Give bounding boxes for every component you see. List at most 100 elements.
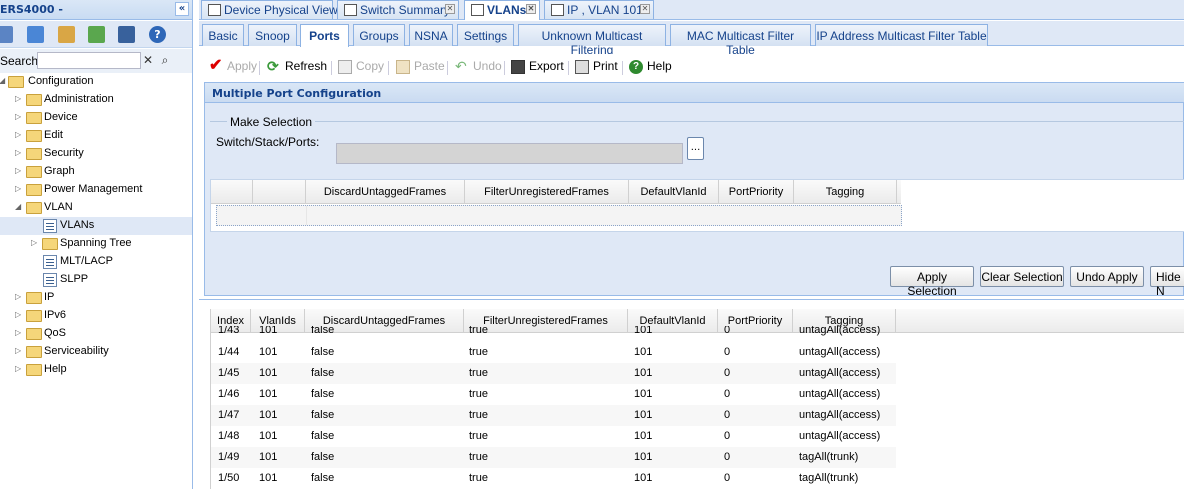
expand-arrow-icon[interactable]: ▷ <box>15 328 25 337</box>
search-icon[interactable]: ⌕ <box>157 52 173 69</box>
undo-button[interactable]: ↶ Undo <box>455 59 502 77</box>
tab-unknown-multicast-filtering[interactable]: Unknown Multicast Filtering <box>518 24 666 57</box>
selection-row[interactable] <box>216 205 902 226</box>
tree-node-help[interactable]: ▷ Help <box>0 361 192 379</box>
close-tab-icon[interactable]: ✕ <box>640 4 650 14</box>
undo-icon: ↶ <box>455 58 467 74</box>
cell-vlanids: 101 <box>259 326 278 336</box>
table-row[interactable]: 1/45 101 false true 101 0 untagAll(acces… <box>211 363 896 384</box>
table-row[interactable]: 1/48 101 false true 101 0 untagAll(acces… <box>211 426 896 447</box>
search-input[interactable] <box>37 52 141 69</box>
column-header[interactable]: Tagging <box>794 180 897 203</box>
paste-button[interactable]: Paste <box>396 59 445 77</box>
tree-node-qos[interactable]: ▷ QoS <box>0 325 192 343</box>
tab-ip-vlan-101[interactable]: IP , VLAN 101 ✕ <box>544 0 654 19</box>
device-view-icon[interactable] <box>0 26 13 43</box>
collapse-sidebar-icon[interactable]: « <box>175 2 189 16</box>
expand-arrow-icon[interactable]: ▷ <box>15 346 25 355</box>
column-header[interactable]: DefaultVlanId <box>629 180 719 203</box>
cell-default-vlan: 101 <box>634 430 653 442</box>
tree-node-security[interactable]: ▷ Security <box>0 145 192 163</box>
separator <box>331 61 332 75</box>
help-label: Help <box>647 59 672 73</box>
cell-default-vlan: 101 <box>634 367 653 379</box>
expand-arrow-icon[interactable]: ▷ <box>15 292 25 301</box>
cell-port-priority: 0 <box>724 430 731 442</box>
cell-default-vlan: 101 <box>634 472 653 484</box>
column-header[interactable]: DiscardUntaggedFrames <box>306 180 465 203</box>
expand-arrow-icon[interactable]: ▷ <box>15 184 25 193</box>
tree-node-power-management[interactable]: ▷ Power Management <box>0 181 192 199</box>
apply-selection-button[interactable]: Apply Selection <box>890 266 974 298</box>
print-button[interactable]: Print <box>575 59 618 77</box>
graph-icon[interactable] <box>88 26 105 43</box>
tree-node-administration[interactable]: ▷ Administration <box>0 91 192 109</box>
tab-groups[interactable]: Groups <box>353 24 405 46</box>
clear-selection-button[interactable]: Clear Selection <box>980 266 1064 287</box>
tree-node-slpp[interactable]: SLPP <box>0 271 192 289</box>
tree-node-vlan[interactable]: ◢ VLAN <box>0 199 192 217</box>
tree-node-vlans[interactable]: VLANs <box>0 217 192 235</box>
tab-mac-multicast-filter-table[interactable]: MAC Multicast Filter Table <box>670 24 811 57</box>
refresh-icon[interactable] <box>27 26 44 43</box>
table-row[interactable]: 1/44 101 false true 101 0 untagAll(acces… <box>211 342 896 363</box>
tab-ports[interactable]: Ports <box>300 24 349 47</box>
tree-node-device[interactable]: ▷ Device <box>0 109 192 127</box>
tree-node-serviceability[interactable]: ▷ Serviceability <box>0 343 192 361</box>
export-button[interactable]: Export <box>511 59 564 77</box>
expand-arrow-icon[interactable]: ▷ <box>15 166 25 175</box>
expand-arrow-icon[interactable]: ▷ <box>15 94 25 103</box>
clear-search-icon[interactable]: ✕ <box>140 52 156 69</box>
edit-icon[interactable] <box>58 26 75 43</box>
help-button[interactable]: ? Help <box>629 59 672 77</box>
column-header <box>253 180 306 203</box>
tab-basic[interactable]: Basic <box>202 24 244 46</box>
refresh-button[interactable]: ⟳ Refresh <box>267 59 327 77</box>
copy-icon <box>338 60 352 74</box>
copy-button[interactable]: Copy <box>338 59 384 77</box>
collapse-arrow-icon[interactable]: ◢ <box>15 202 25 211</box>
switch-stack-ports-field[interactable] <box>336 143 683 164</box>
tab-snoop[interactable]: Snoop <box>248 24 297 46</box>
selection-cell[interactable] <box>217 206 307 225</box>
expand-arrow-icon[interactable]: ▷ <box>15 148 25 157</box>
port-picker-button[interactable]: ... <box>687 137 704 160</box>
folder-icon <box>26 112 42 124</box>
tab-settings[interactable]: Settings <box>457 24 514 46</box>
expand-arrow-icon[interactable]: ▷ <box>15 310 25 319</box>
cell-port-priority: 0 <box>724 472 731 484</box>
tree-node-label: Administration <box>44 93 114 105</box>
close-tab-icon[interactable]: ✕ <box>445 4 455 14</box>
folder-icon <box>26 94 42 106</box>
tab-device-physical-view[interactable]: Device Physical View <box>201 0 338 19</box>
save-icon[interactable] <box>118 26 135 43</box>
expand-arrow-icon[interactable]: ▷ <box>15 112 25 121</box>
tree-node-ipv6[interactable]: ▷ IPv6 <box>0 307 192 325</box>
expand-arrow-icon[interactable]: ▷ <box>31 238 41 247</box>
table-row[interactable]: 1/43 101 false true 101 0 untagAll(acces… <box>211 326 896 340</box>
tab-vlans[interactable]: VLANs ✕ <box>464 0 540 20</box>
table-row[interactable]: 1/46 101 false true 101 0 untagAll(acces… <box>211 384 896 405</box>
table-row[interactable]: 1/50 101 false true 101 0 tagAll(trunk) <box>211 468 896 489</box>
tab-nsna[interactable]: NSNA <box>409 24 453 46</box>
apply-button[interactable]: ✔ Apply <box>209 58 257 77</box>
tree-node-graph[interactable]: ▷ Graph <box>0 163 192 181</box>
cell-port-priority: 0 <box>724 346 731 358</box>
tree-node-ip[interactable]: ▷ IP <box>0 289 192 307</box>
column-header[interactable]: FilterUnregisteredFrames <box>465 180 629 203</box>
hide-button[interactable]: Hide N <box>1150 266 1184 298</box>
tab-ip-address-multicast-filter-table[interactable]: IP Address Multicast Filter Table <box>815 24 988 46</box>
close-tab-icon[interactable]: ✕ <box>526 4 536 14</box>
column-header[interactable]: PortPriority <box>719 180 794 203</box>
tree-node-configuration[interactable]: ◢ Configuration <box>0 73 192 91</box>
tree-node-edit[interactable]: ▷ Edit <box>0 127 192 145</box>
table-row[interactable]: 1/49 101 false true 101 0 tagAll(trunk) <box>211 447 896 468</box>
expand-arrow-icon[interactable]: ▷ <box>15 130 25 139</box>
help-icon[interactable]: ? <box>149 26 166 43</box>
table-row[interactable]: 1/47 101 false true 101 0 untagAll(acces… <box>211 405 896 426</box>
expand-arrow-icon[interactable]: ▷ <box>15 364 25 373</box>
tree-node-spanning-tree[interactable]: ▷ Spanning Tree <box>0 235 192 253</box>
tab-switch-summary[interactable]: Switch Summary ✕ <box>337 0 459 19</box>
tree-node-mlt-lacp[interactable]: MLT/LACP <box>0 253 192 271</box>
undo-apply-button[interactable]: Undo Apply <box>1070 266 1144 287</box>
